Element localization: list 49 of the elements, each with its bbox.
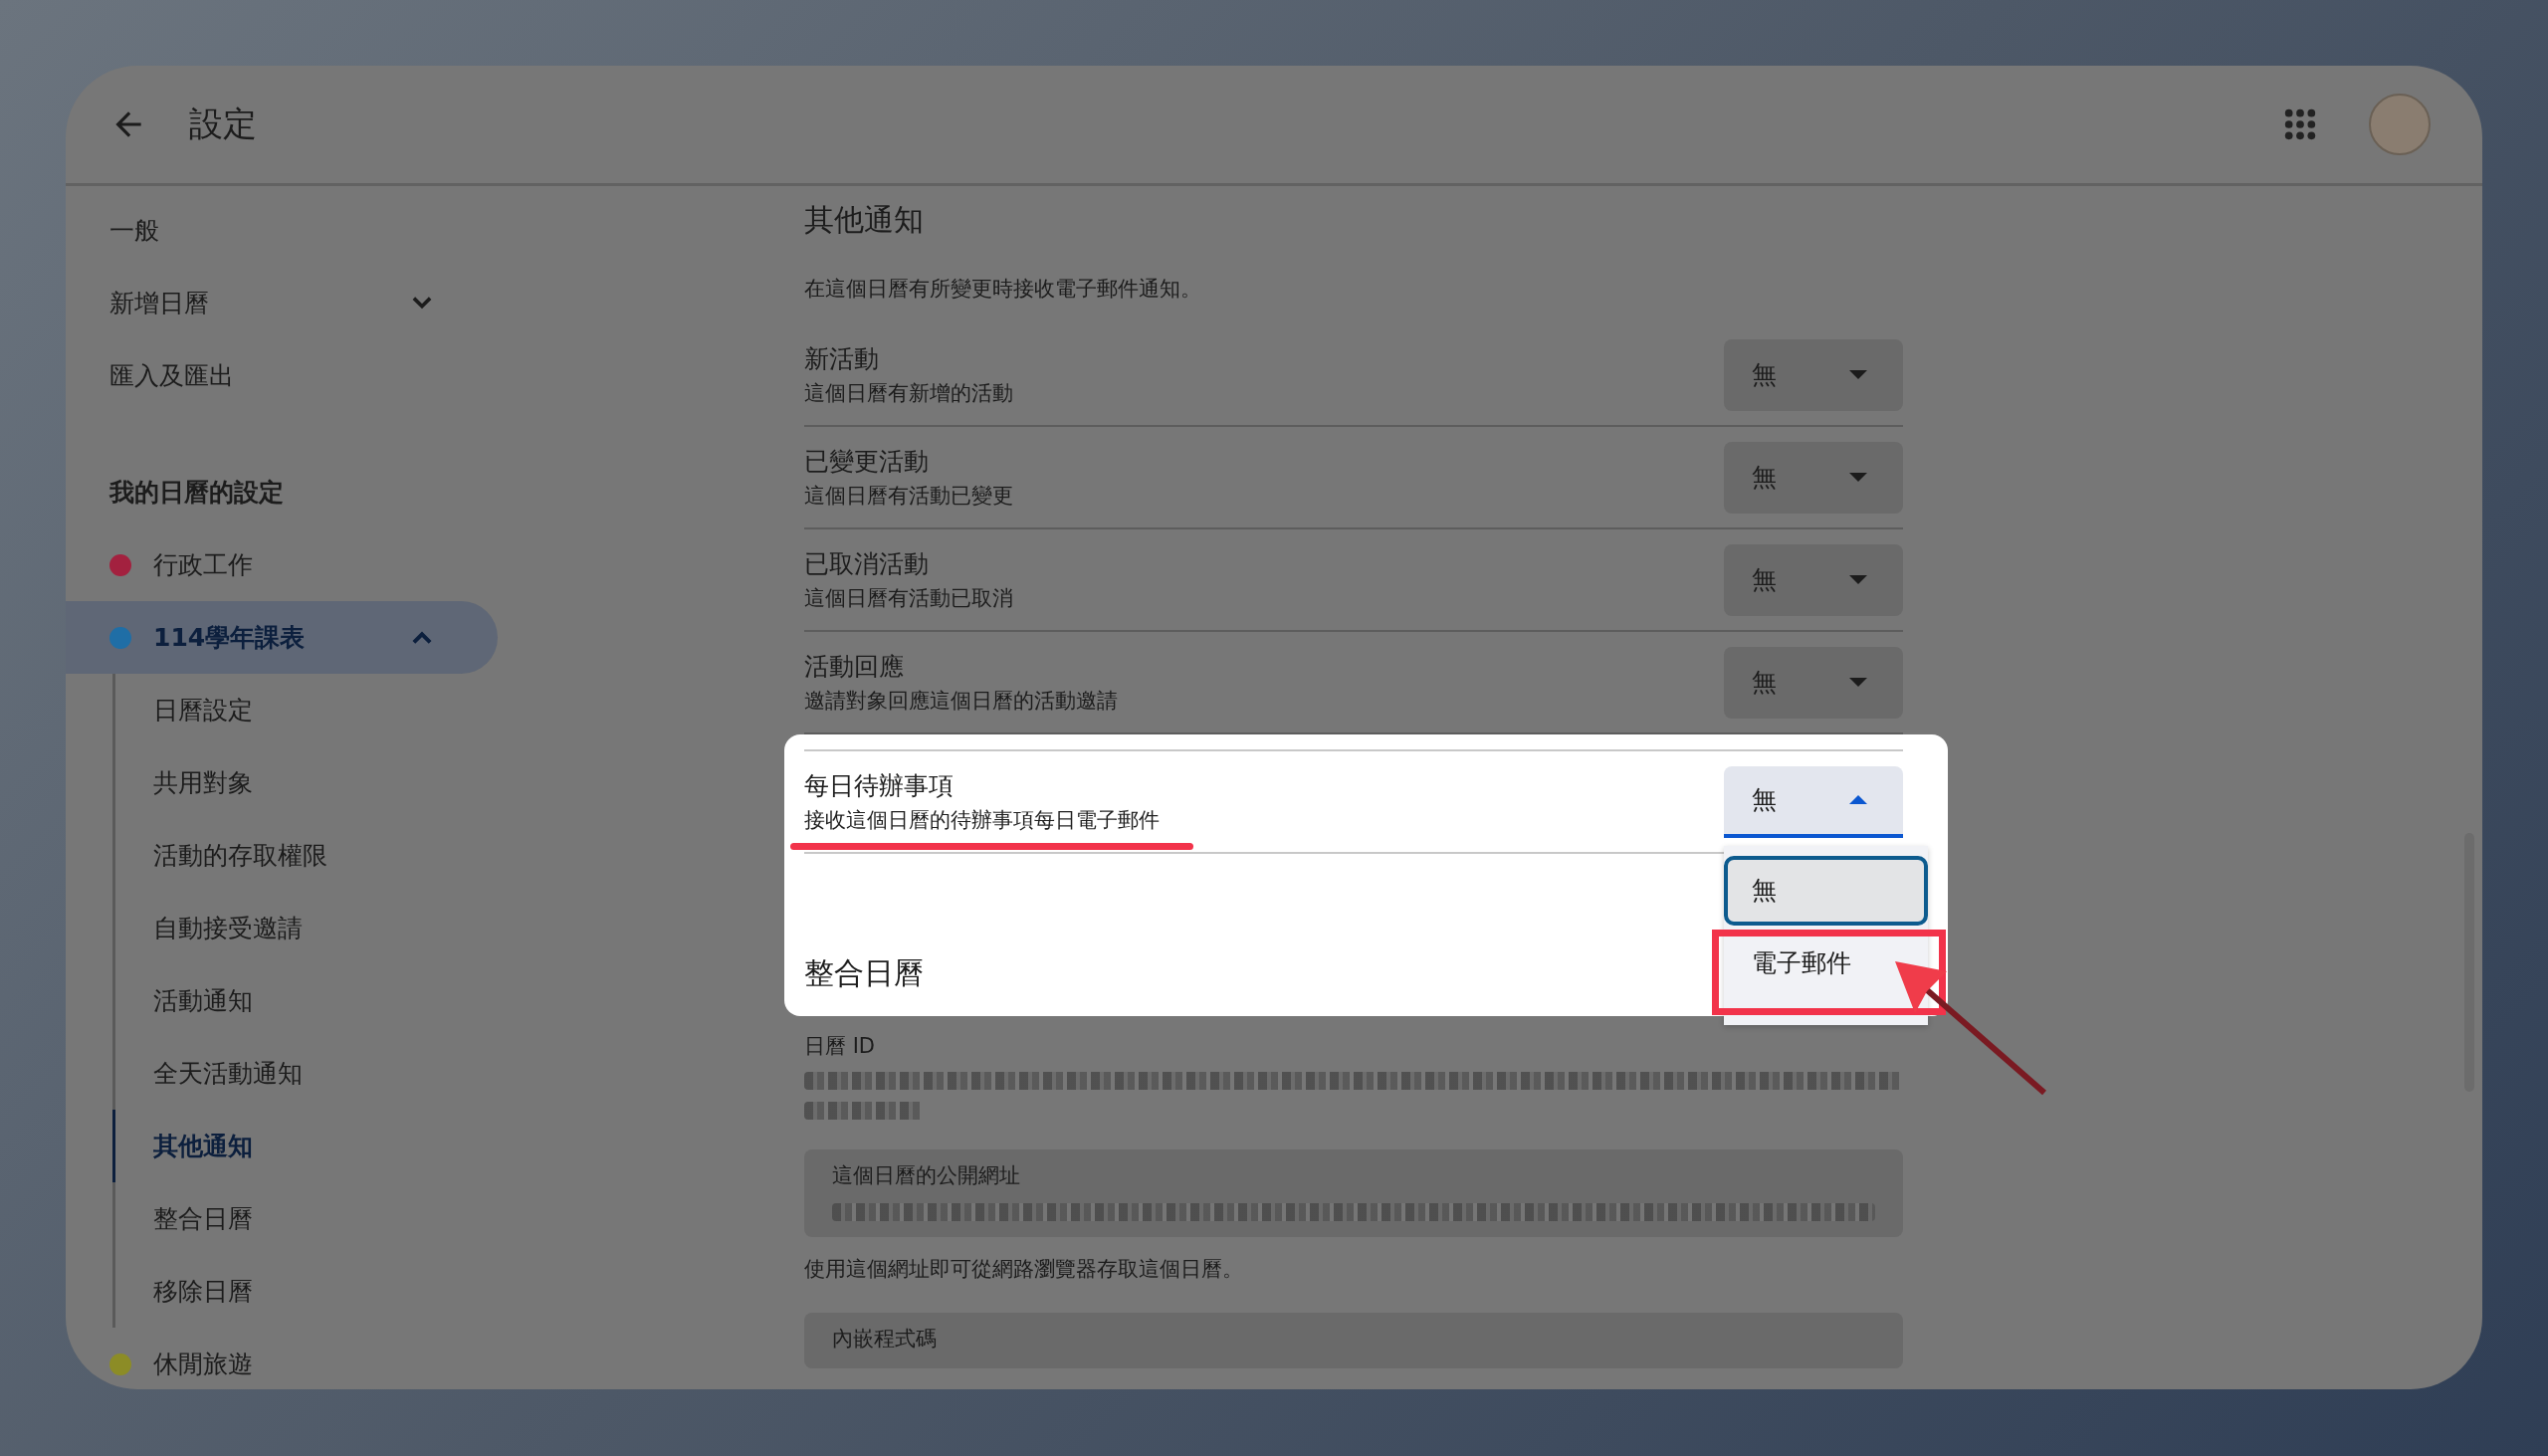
dropdown-option[interactable]: 電子郵件 <box>1712 929 1946 1015</box>
sidebar-subitem[interactable]: 日曆設定 <box>112 674 498 746</box>
setting-subtitle: 這個日曆有活動已取消 <box>804 585 1013 612</box>
sidebar-item[interactable]: 一般 <box>66 194 498 267</box>
setting-subtitle: 接收這個日曆的待辦事項每日電子郵件 <box>804 807 1160 834</box>
dropdown-select[interactable]: 無 <box>1724 543 1903 616</box>
setting-subtitle: 邀請對象回應這個日曆的活動邀請 <box>804 688 1118 715</box>
sidebar-subitem[interactable]: 其他通知 <box>112 1110 498 1182</box>
setting-subtitle: 這個日曆有活動已變更 <box>804 483 1013 510</box>
embed-code-field[interactable]: 內嵌程式碼 <box>804 1313 1903 1368</box>
section-title: 整合日曆 <box>804 954 924 992</box>
calendar-item[interactable]: 114學年課表 <box>66 601 498 674</box>
sidebar-subitem[interactable]: 活動通知 <box>112 964 498 1037</box>
description-text: 在這個日曆有所變更時接收電子郵件通知。 <box>804 276 1202 303</box>
section-heading: 我的日曆的設定 <box>107 477 285 509</box>
dropdown-select[interactable]: 無 <box>1724 441 1903 514</box>
page-title: 設定 <box>189 103 257 145</box>
caret-icon <box>1849 370 1867 379</box>
public-url-field[interactable]: 這個日曆的公開網址 <box>804 1149 1903 1237</box>
dropdown-select[interactable]: 無 <box>1724 646 1903 719</box>
setting-title: 活動回應 <box>804 651 905 683</box>
sidebar-subitem[interactable]: 整合日曆 <box>112 1182 498 1255</box>
sidebar-subitem[interactable]: 共用對象 <box>112 746 498 819</box>
sidebar-subitem[interactable]: 活動的存取權限 <box>112 819 498 892</box>
chevron-icon <box>412 631 432 644</box>
dropdown-option[interactable]: 無 <box>1724 855 1928 926</box>
chevron-icon <box>412 297 432 310</box>
sidebar-subitem[interactable]: 全天活動通知 <box>112 1037 498 1110</box>
caret-icon <box>1849 795 1867 804</box>
field-label: 日曆 ID <box>804 1033 877 1060</box>
caret-icon <box>1849 473 1867 482</box>
section-title: 其他通知 <box>804 201 925 239</box>
calendar-item[interactable]: 行政工作 <box>66 528 498 601</box>
setting-title: 已取消活動 <box>804 548 930 580</box>
sidebar-subitem[interactable]: 移除日曆 <box>112 1255 498 1328</box>
setting-subtitle: 這個日曆有新增的活動 <box>804 380 1013 407</box>
setting-title: 已變更活動 <box>804 446 930 478</box>
dropdown-select[interactable]: 無 <box>1724 338 1903 411</box>
sidebar-subitem[interactable]: 自動接受邀請 <box>112 892 498 964</box>
caret-icon <box>1849 678 1867 687</box>
sidebar-item[interactable]: 匯入及匯出 <box>66 339 498 412</box>
dropdown-select[interactable]: 無 <box>1724 765 1903 838</box>
setting-title: 每日待辦事項 <box>804 770 955 802</box>
calendar-item[interactable]: 休閒旅遊 <box>66 1328 498 1389</box>
caret-icon <box>1849 575 1867 584</box>
apps-grid-icon[interactable] <box>2283 107 2317 141</box>
setting-title: 新活動 <box>804 343 880 375</box>
sidebar-item[interactable]: 新增日曆 <box>66 267 498 339</box>
help-text: 使用這個網址即可從網路瀏覽器存取這個日曆。 <box>804 1256 1244 1283</box>
